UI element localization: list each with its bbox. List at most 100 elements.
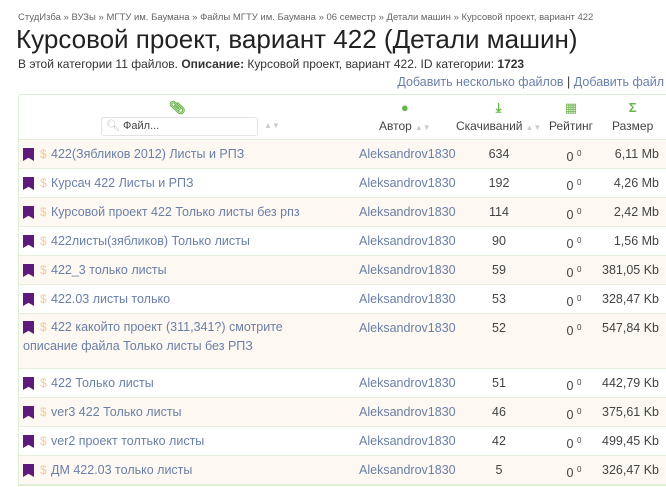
bookmark-icon[interactable]	[23, 377, 34, 390]
file-size: 328,47 Kb	[602, 292, 659, 306]
bar-chart-icon: ▦	[564, 100, 578, 115]
file-size: 1,56 Mb	[613, 234, 659, 248]
dollar-icon: $	[40, 234, 47, 248]
bookmark-icon[interactable]	[23, 148, 34, 161]
table-row: $ ver3 422 Только листы Aleksandrov1830 46 0…	[19, 398, 666, 427]
download-count: 5	[495, 463, 503, 477]
table-row: $422_3 только листы Aleksandrov1830 59 0 03…	[19, 256, 666, 285]
author-link[interactable]: Aleksandrov1830	[359, 285, 456, 313]
download-count: 46	[492, 405, 506, 419]
download-count: 192	[488, 176, 510, 190]
add-file-link[interactable]: Добавить файл	[574, 75, 664, 89]
bookmark-icon[interactable]	[23, 264, 34, 277]
file-size: 2,42 Mb	[613, 205, 659, 219]
author-link[interactable]: Aleksandrov1830	[359, 427, 456, 455]
bookmark-icon[interactable]	[23, 464, 34, 477]
bookmark-icon[interactable]	[23, 206, 34, 219]
file-size: 547,84 Kb	[602, 321, 659, 335]
dollar-icon: $	[40, 263, 47, 277]
author-link[interactable]: Aleksandrov1830	[359, 256, 456, 284]
user-icon: ●	[400, 100, 409, 115]
breadcrumb-item[interactable]: СтудИзба	[18, 12, 61, 23]
dollar-icon: $	[40, 434, 47, 448]
breadcrumb-separator: »	[189, 12, 201, 23]
bookmark-icon[interactable]	[23, 177, 34, 190]
breadcrumb-separator: »	[60, 12, 72, 23]
file-link[interactable]: 422.03 листы только	[51, 285, 170, 313]
sort-file-icon[interactable]: ▲▼	[264, 121, 280, 130]
table-header: 📎︎ 🔍︎ Файл... ▲▼ ● Автор ▲▼ ⤓ Скачиваний ▲▼ …	[19, 95, 666, 140]
sigma-icon: Σ	[628, 100, 637, 115]
breadcrumb-item[interactable]: Детали машин	[387, 12, 451, 23]
dollar-icon: $	[40, 376, 47, 390]
author-link[interactable]: Aleksandrov1830	[359, 456, 456, 484]
file-link[interactable]: 422 Только листы	[51, 369, 154, 397]
table-row: $ ДМ 422.03 только листы Aleksandrov1830 5 0…	[19, 456, 666, 485]
breadcrumb-item[interactable]: Файлы МГТУ им. Баумана	[200, 12, 316, 23]
author-link[interactable]: Aleksandrov1830	[359, 198, 456, 226]
bookmark-icon[interactable]	[23, 435, 34, 448]
files-table: 📎︎ 🔍︎ Файл... ▲▼ ● Автор ▲▼ ⤓ Скачиваний ▲▼ …	[18, 94, 666, 486]
file-size: 4,26 Mb	[613, 176, 659, 190]
dollar-icon: $	[40, 405, 47, 419]
download-count: 51	[492, 376, 506, 390]
file-link[interactable]: Курсач 422 Листы и РПЗ	[51, 169, 194, 197]
download-count: 59	[492, 263, 506, 277]
dollar-icon: $	[40, 205, 47, 219]
breadcrumb-item[interactable]: 06 семестр	[327, 12, 376, 23]
download-count: 42	[492, 434, 506, 448]
author-link[interactable]: Aleksandrov1830	[359, 314, 456, 342]
breadcrumb-separator: »	[315, 12, 327, 23]
file-size: 6,11 Mb	[614, 147, 659, 161]
table-row: $422 какойто проект (311,341?) смотрите …	[19, 314, 666, 369]
dollar-icon: $	[40, 292, 47, 306]
author-link[interactable]: Aleksandrov1830	[359, 369, 456, 397]
file-link[interactable]: 422листы(зябликов) Только листы	[51, 227, 250, 255]
dollar-icon: $	[40, 147, 47, 161]
file-size: 375,61 Kb	[602, 405, 659, 419]
breadcrumb-separator: »	[95, 12, 107, 23]
file-link[interactable]: ver3 422 Только листы	[51, 398, 182, 426]
file-link[interactable]: ver2 проект толтько листы	[51, 427, 204, 455]
author-header[interactable]: ● Автор ▲▼	[379, 100, 431, 134]
bookmark-icon[interactable]	[23, 235, 34, 248]
breadcrumb-item[interactable]: ВУЗы	[71, 12, 95, 23]
page-title: Курсовой проект, вариант 422 (Детали маш…	[16, 24, 578, 54]
author-link[interactable]: Aleksandrov1830	[359, 140, 456, 168]
category-info: В этой категории 11 файлов. Описание: Ку…	[18, 57, 525, 71]
size-header[interactable]: Σ Размер	[612, 100, 653, 134]
rating-header[interactable]: ▦ Рейтинг	[549, 100, 593, 134]
file-link[interactable]: Курсовой проект 422 Только листы без рпз	[51, 198, 300, 226]
author-link[interactable]: Aleksandrov1830	[359, 169, 456, 197]
download-count: 52	[492, 321, 506, 335]
bookmark-icon[interactable]	[23, 406, 34, 419]
add-links: Добавить несколько файлов | Добавить фай…	[397, 75, 664, 89]
author-link[interactable]: Aleksandrov1830	[359, 398, 456, 426]
add-multiple-files-link[interactable]: Добавить несколько файлов	[397, 75, 563, 89]
dollar-icon: $	[40, 176, 47, 190]
file-link[interactable]: 422_3 только листы	[51, 256, 167, 284]
table-row: $ Курсовой проект 422 Только листы без рп…	[19, 198, 666, 227]
paperclip-icon: 📎︎	[169, 100, 186, 115]
sort-icon[interactable]: ▲▼	[415, 123, 431, 132]
file-search-input[interactable]: 🔍︎ Файл...	[101, 117, 258, 136]
sort-icon[interactable]: ▲▼	[526, 123, 542, 132]
search-icon: 🔍︎	[106, 120, 120, 132]
table-row: $422(Зябликов 2012) Листы и РПЗ Aleksandr…	[19, 140, 666, 169]
downloads-header[interactable]: ⤓ Скачиваний ▲▼	[456, 100, 542, 134]
file-link[interactable]: ДМ 422.03 только листы	[51, 456, 192, 484]
table-row: $422 Только листы Aleksandrov1830 51 0 0 442…	[19, 369, 666, 398]
file-size: 499,45 Kb	[602, 434, 659, 448]
file-link[interactable]: 422 какойто проект (311,341?) смотрите о…	[23, 318, 333, 356]
author-link[interactable]: Aleksandrov1830	[359, 227, 456, 255]
download-icon: ⤓	[495, 100, 502, 115]
file-size: 381,05 Kb	[602, 263, 659, 277]
breadcrumb-item[interactable]: МГТУ им. Баумана	[106, 12, 189, 23]
download-count: 634	[488, 147, 510, 161]
file-size: 442,79 Kb	[602, 376, 659, 390]
download-count: 90	[492, 234, 506, 248]
bookmark-icon[interactable]	[23, 293, 34, 306]
breadcrumb-item[interactable]: Курсовой проект, вариант 422	[462, 12, 594, 23]
table-row: $422листы(зябликов) Только листы Aleksand…	[19, 227, 666, 256]
file-link[interactable]: 422(Зябликов 2012) Листы и РПЗ	[51, 140, 244, 168]
